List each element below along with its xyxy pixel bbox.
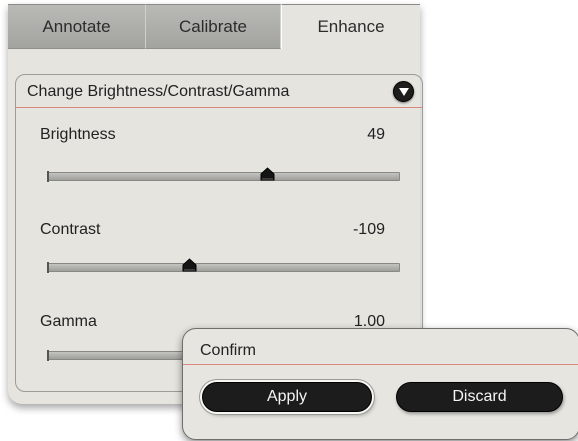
apply-button[interactable]: Apply — [202, 382, 372, 412]
tab-enhance[interactable]: Enhance — [281, 4, 420, 49]
dialog-divider — [183, 364, 578, 365]
tab-bar: Annotate Calibrate Enhance — [8, 4, 420, 49]
dialog-title: Confirm — [200, 342, 257, 359]
tab-enhance-label: Enhance — [317, 17, 385, 36]
tab-calibrate[interactable]: Calibrate — [146, 4, 281, 49]
discard-button[interactable]: Discard — [396, 382, 563, 412]
brightness-slider-thumb[interactable] — [260, 167, 275, 181]
contrast-label: Contrast — [40, 221, 101, 238]
brightness-value: 49 — [367, 126, 385, 143]
section-title: Change Brightness/Contrast/Gamma — [27, 83, 290, 100]
tab-calibrate-label: Calibrate — [178, 16, 248, 36]
brightness-slider-track[interactable] — [47, 167, 400, 182]
contrast-value: -109 — [352, 221, 385, 238]
brightness-label: Brightness — [40, 126, 116, 143]
gamma-label: Gamma — [40, 313, 97, 330]
section-header[interactable]: Change Brightness/Contrast/Gamma — [16, 75, 422, 108]
contrast-slider-track[interactable] — [47, 258, 400, 273]
chevron-down-icon — [399, 88, 409, 96]
confirm-dialog: Confirm Apply Discard — [182, 328, 578, 440]
tab-annotate[interactable]: Annotate — [8, 4, 146, 49]
contrast-slider-thumb[interactable] — [182, 258, 197, 272]
collapse-button[interactable] — [393, 81, 414, 102]
tab-annotate-label: Annotate — [42, 16, 111, 36]
